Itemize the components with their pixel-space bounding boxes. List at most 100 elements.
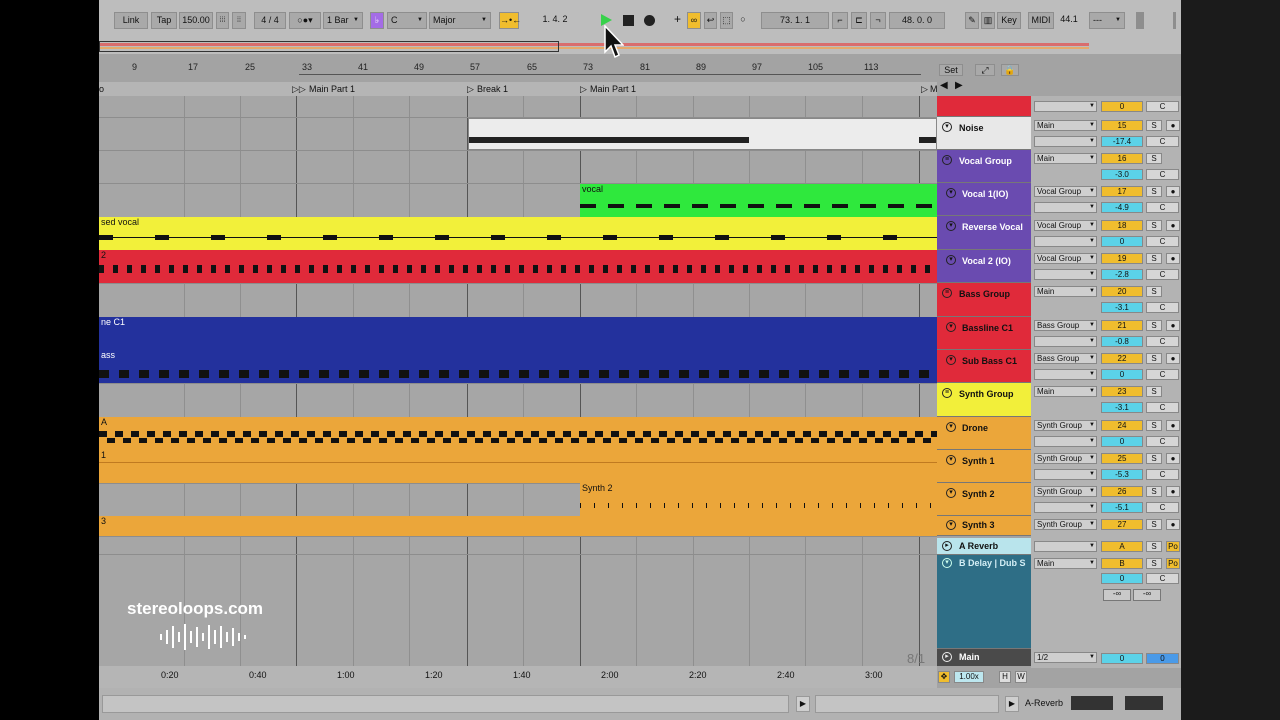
output-channel[interactable] bbox=[1034, 236, 1097, 247]
clip-synth-2[interactable]: Synth 2 bbox=[580, 483, 937, 516]
show-detail-icon[interactable]: ▶ bbox=[796, 696, 810, 712]
track-header-synth-1[interactable]: ▾ Synth 1 bbox=[937, 450, 1031, 483]
punch-out-icon[interactable]: ¬ bbox=[870, 12, 886, 29]
quantize-select[interactable]: 1 Bar bbox=[323, 12, 363, 29]
link-button[interactable]: Link bbox=[114, 12, 148, 29]
zoom-icon[interactable]: ✥ bbox=[938, 671, 950, 683]
track-header-vocal-1[interactable]: ▾ Vocal 1(IO) bbox=[937, 183, 1031, 216]
punch-in-icon[interactable]: ⌐ bbox=[832, 12, 848, 29]
nav-right-icon[interactable]: ▶ bbox=[955, 80, 963, 91]
clip-vocal[interactable]: vocal bbox=[580, 184, 937, 217]
crossfade-button[interactable]: C bbox=[1146, 202, 1179, 213]
main-pan[interactable]: 0 bbox=[1146, 653, 1179, 664]
locator-marker-icon[interactable]: ▷▷ bbox=[292, 84, 306, 95]
follow-icon[interactable]: →•← bbox=[499, 12, 521, 29]
arm-icon[interactable]: ● bbox=[1166, 353, 1180, 364]
track-header-bass-group[interactable]: ≡ Bass Group bbox=[937, 283, 1031, 317]
volume-field[interactable]: -3.0 bbox=[1101, 169, 1143, 180]
clip-reversed-vocal[interactable]: sed vocal bbox=[99, 217, 937, 250]
volume-field[interactable]: 0 bbox=[1101, 436, 1143, 447]
volume-field[interactable]: -3.1 bbox=[1101, 302, 1143, 313]
clip-vocal-2[interactable]: 2 bbox=[99, 250, 937, 283]
output-routing[interactable] bbox=[1034, 541, 1097, 552]
fold-icon[interactable]: ▸ bbox=[942, 541, 952, 551]
output-routing[interactable]: Main bbox=[1034, 120, 1097, 131]
locator-main-part-1[interactable]: Main Part 1 bbox=[309, 84, 355, 94]
arm-icon[interactable]: ● bbox=[1166, 420, 1180, 431]
output-routing[interactable]: Main bbox=[1034, 386, 1097, 397]
volume-field[interactable]: 0 bbox=[1101, 573, 1143, 584]
solo-button[interactable]: S bbox=[1146, 386, 1162, 397]
crossfade-button[interactable]: C bbox=[1146, 573, 1179, 584]
arm-icon[interactable]: ● bbox=[1166, 120, 1180, 131]
solo-button[interactable]: S bbox=[1146, 253, 1162, 264]
send-a-field[interactable]: -∞ bbox=[1103, 589, 1131, 601]
stop-icon[interactable] bbox=[623, 15, 634, 26]
arm-icon[interactable]: ● bbox=[1166, 486, 1180, 497]
group-icon[interactable]: ≡ bbox=[942, 288, 952, 298]
tap-button[interactable]: Tap bbox=[151, 12, 177, 29]
locator-break-1[interactable]: Break 1 bbox=[477, 84, 508, 94]
output-channel[interactable] bbox=[1034, 136, 1097, 147]
arrangement-position[interactable]: 1. 4. 2 bbox=[521, 12, 589, 29]
output-routing[interactable] bbox=[1034, 101, 1097, 112]
track-number[interactable]: 20 bbox=[1101, 286, 1143, 297]
nav-left-icon[interactable]: ◀ bbox=[940, 80, 948, 91]
time-ruler[interactable]: 0:20 0:40 1:00 1:20 1:40 2:00 2:20 2:40 … bbox=[99, 666, 937, 688]
output-routing[interactable]: Vocal Group bbox=[1034, 220, 1097, 231]
midi-map-button[interactable]: MIDI bbox=[1028, 12, 1054, 29]
track-header-sub-bass[interactable]: ▾ Sub Bass C1 bbox=[937, 350, 1031, 383]
send-b-field[interactable]: -∞ bbox=[1133, 589, 1161, 601]
solo-button[interactable]: S bbox=[1146, 541, 1162, 552]
fold-icon[interactable]: ▾ bbox=[946, 355, 956, 365]
output-channel[interactable] bbox=[1034, 269, 1097, 280]
arrangement-view[interactable]: vocal sed vocal 2 ne C1 ass A 1 Synth 2 … bbox=[99, 96, 937, 666]
crossfade-button[interactable]: C bbox=[1146, 302, 1179, 313]
fold-icon[interactable]: ▾ bbox=[942, 122, 952, 132]
solo-button[interactable]: S bbox=[1146, 519, 1162, 530]
h-button[interactable]: H bbox=[999, 671, 1011, 683]
volume-field[interactable]: -4.9 bbox=[1101, 202, 1143, 213]
loop-start-field[interactable]: 73. 1. 1 bbox=[761, 12, 829, 29]
arm-icon[interactable]: ● bbox=[1166, 253, 1180, 264]
track-number[interactable]: 25 bbox=[1101, 453, 1143, 464]
solo-button[interactable]: S bbox=[1146, 153, 1162, 164]
draw-mode-icon[interactable]: ✎ bbox=[965, 12, 979, 29]
key-map-button[interactable]: Key bbox=[997, 12, 1021, 29]
automation-arm-icon[interactable]: ∞ bbox=[687, 12, 701, 29]
main-volume[interactable]: 0 bbox=[1101, 653, 1143, 664]
w-button[interactable]: W bbox=[1015, 671, 1027, 683]
crossfade-button[interactable]: C bbox=[1146, 502, 1179, 513]
scale-toggle-icon[interactable]: ♭ bbox=[370, 12, 384, 29]
track-header-vocal-group[interactable]: ≡ Vocal Group bbox=[937, 150, 1031, 183]
fold-icon[interactable]: ▾ bbox=[946, 221, 956, 231]
track-header-drone[interactable]: ▾ Drone bbox=[937, 417, 1031, 450]
expand-icon[interactable]: ⤢ bbox=[975, 64, 995, 76]
main-output-routing[interactable]: 1/2 bbox=[1034, 652, 1097, 663]
output-routing[interactable]: Vocal Group bbox=[1034, 186, 1097, 197]
track-header-reverse-vocal[interactable]: ▾ Reverse Vocal bbox=[937, 216, 1031, 250]
record-icon[interactable] bbox=[644, 15, 655, 26]
output-routing[interactable]: Main bbox=[1034, 153, 1097, 164]
fold-icon[interactable]: ▾ bbox=[946, 520, 956, 530]
overload-select[interactable]: --- bbox=[1089, 12, 1125, 29]
track-number[interactable]: 15 bbox=[1101, 120, 1143, 131]
track-header-a-reverb[interactable]: ▸ A Reverb bbox=[937, 538, 1031, 555]
track-header-synth-2[interactable]: ▾ Synth 2 bbox=[937, 483, 1031, 516]
output-routing[interactable]: Vocal Group bbox=[1034, 253, 1097, 264]
clip-bassline[interactable]: ne C1 bbox=[99, 317, 937, 350]
arm-icon[interactable]: ● bbox=[1166, 453, 1180, 464]
arm-icon[interactable]: ● bbox=[1166, 186, 1180, 197]
time-signature[interactable]: 4 / 4 bbox=[254, 12, 286, 29]
solo-button[interactable]: S bbox=[1146, 320, 1162, 331]
pre-post-button[interactable]: Po bbox=[1166, 558, 1180, 569]
locator-marker-icon[interactable]: ▷ bbox=[921, 84, 928, 95]
track-number[interactable]: 16 bbox=[1101, 153, 1143, 164]
loop-switch-icon[interactable]: ⊏ bbox=[851, 12, 867, 29]
solo-button[interactable]: S bbox=[1146, 486, 1162, 497]
fold-icon[interactable]: ▾ bbox=[946, 455, 956, 465]
metronome-icon[interactable]: ○●▾ bbox=[289, 12, 321, 29]
output-routing[interactable]: Synth Group bbox=[1034, 486, 1097, 497]
output-routing[interactable]: Main bbox=[1034, 558, 1097, 569]
track-header-top[interactable] bbox=[937, 96, 1031, 117]
